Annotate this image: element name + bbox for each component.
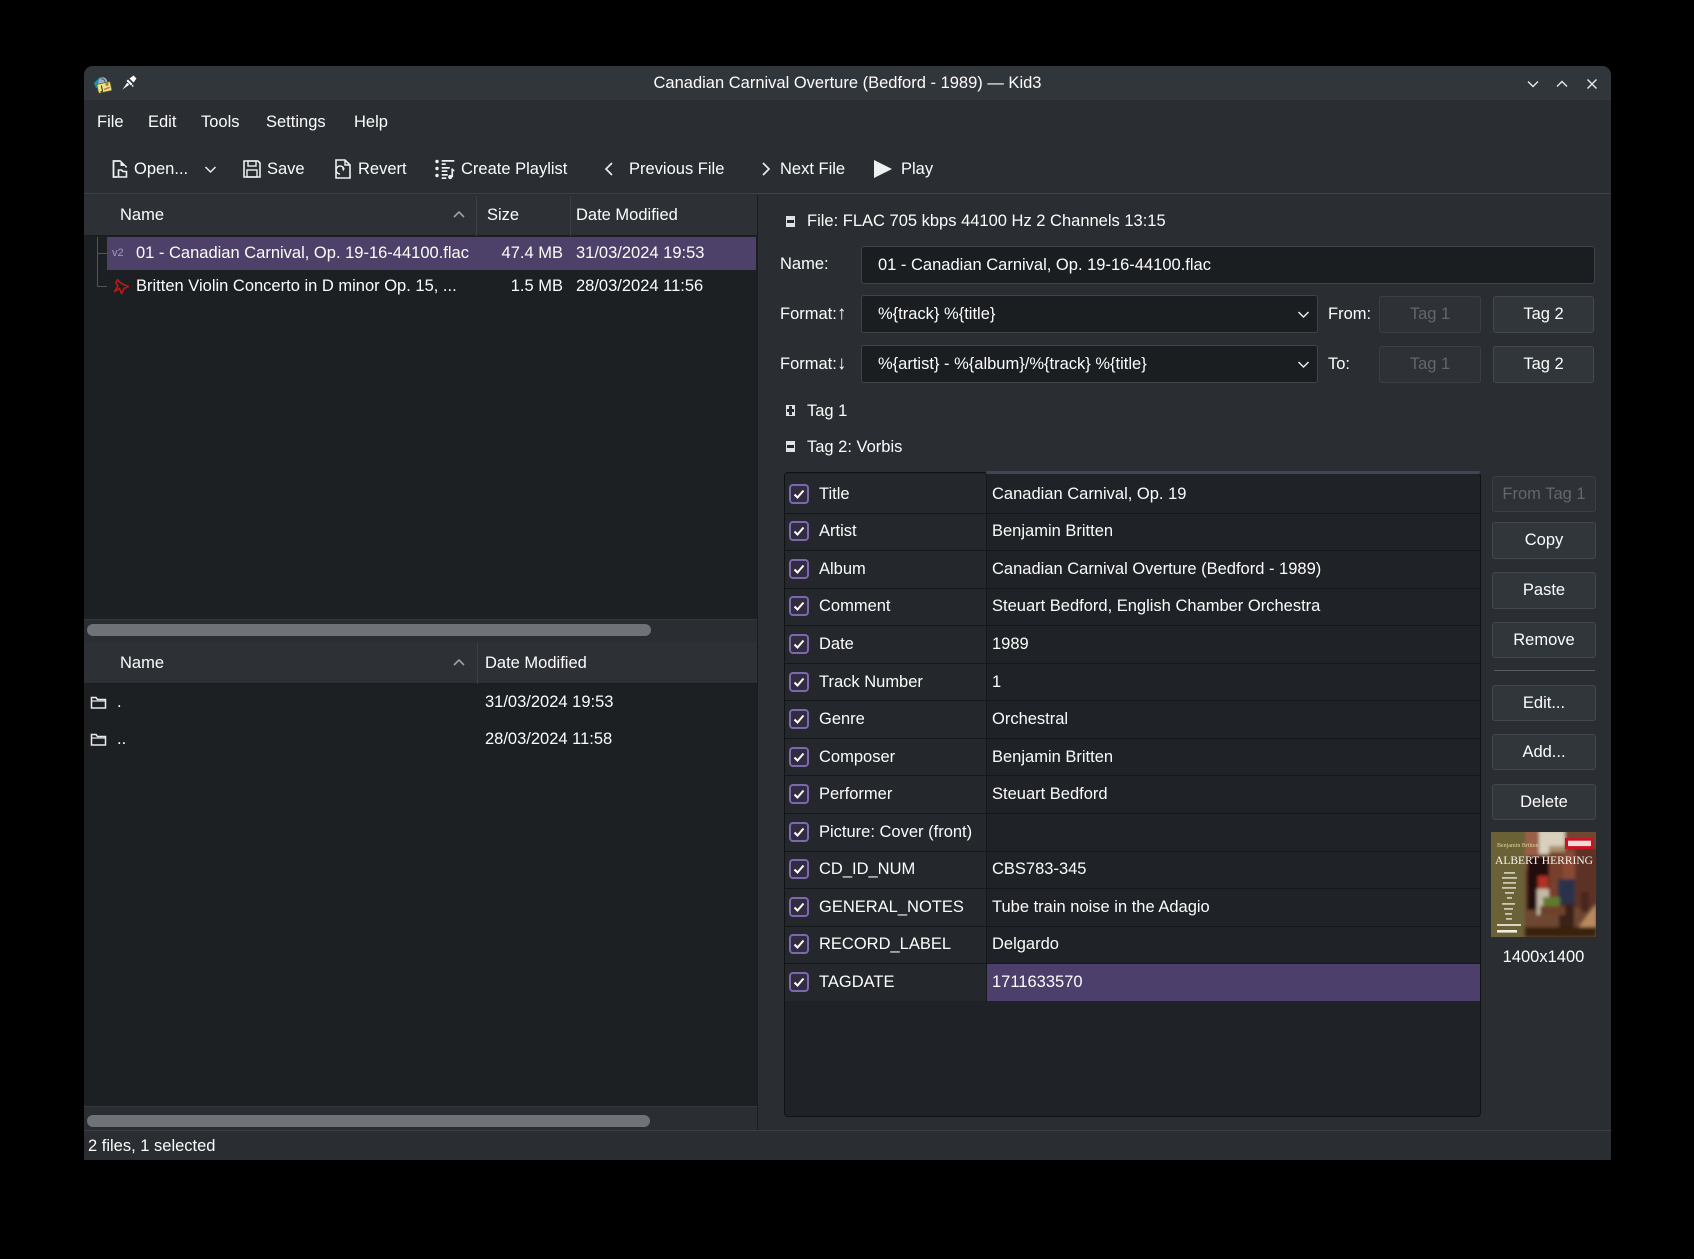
svg-text:ALBERT HERRING: ALBERT HERRING	[1495, 853, 1593, 867]
svg-text:Benjamin Britten: Benjamin Britten	[1497, 843, 1539, 849]
